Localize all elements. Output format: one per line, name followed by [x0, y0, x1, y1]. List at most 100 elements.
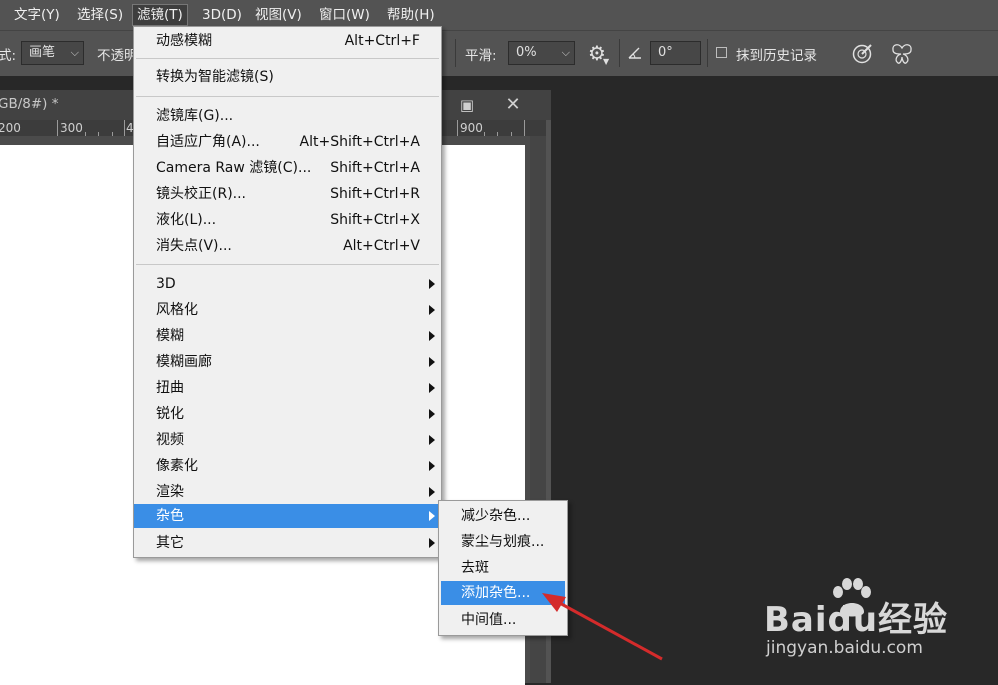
submenu-item-label: 去斑 — [461, 560, 489, 576]
menu-item-blur[interactable]: 模糊 — [134, 324, 441, 348]
submenu-arrow-icon — [429, 357, 435, 367]
menu-item-shortcut: Alt+Ctrl+V — [343, 238, 420, 254]
submenu-arrow-icon — [429, 383, 435, 393]
submenu-item-label: 蒙尘与划痕... — [461, 534, 545, 550]
menu-item-sharpen[interactable]: 锐化 — [134, 402, 441, 426]
menu-item-label: 像素化 — [156, 458, 198, 474]
menu-item-render[interactable]: 渲染 — [134, 480, 441, 504]
menu-help[interactable]: 帮助(H) — [383, 4, 439, 26]
menu-item-shortcut: Shift+Ctrl+R — [330, 186, 420, 202]
menu-item-camera-raw[interactable]: Camera Raw 滤镜(C)... Shift+Ctrl+A — [134, 156, 441, 180]
submenu-arrow-icon — [429, 487, 435, 497]
angle-icon — [628, 47, 641, 59]
menu-item-label: 扭曲 — [156, 380, 184, 396]
menu-item-blur-gallery[interactable]: 模糊画廊 — [134, 350, 441, 374]
ruler-tick — [124, 120, 125, 136]
annotation-arrow-icon — [542, 593, 663, 661]
divider — [619, 39, 620, 67]
menu-item-pixelate[interactable]: 像素化 — [134, 454, 441, 478]
ruler-label: 900 — [460, 121, 483, 135]
angle-value: 0° — [658, 45, 673, 60]
filter-menu: 动感模糊 Alt+Ctrl+F 转换为智能滤镜(S) 滤镜库(G)... 自适应… — [133, 26, 442, 558]
submenu-arrow-icon — [429, 511, 435, 521]
opacity-label: 不透明 — [97, 48, 138, 64]
history-checkbox[interactable] — [716, 47, 727, 58]
ruler-tick — [524, 120, 525, 136]
menu-item-vanishing-point[interactable]: 消失点(V)... Alt+Ctrl+V — [134, 234, 441, 258]
menu-filter[interactable]: 滤镜(T) — [132, 4, 188, 26]
menu-item-label: 3D — [156, 276, 176, 292]
menu-item-distort[interactable]: 扭曲 — [134, 376, 441, 400]
submenu-item-label: 添加杂色... — [461, 585, 531, 601]
smooth-label: 平滑: — [465, 48, 497, 64]
watermark-brand: Baidu经验 — [764, 600, 949, 640]
menu-item-label: 液化(L)... — [156, 212, 217, 228]
divider — [707, 39, 708, 67]
ruler-label: 200 — [0, 121, 21, 135]
menu-item-label: 转换为智能滤镜(S) — [156, 69, 274, 85]
submenu-arrow-icon — [429, 409, 435, 419]
menu-item-label: 锐化 — [156, 406, 184, 422]
menu-item-label: 渲染 — [156, 484, 184, 500]
submenu-arrow-icon — [429, 279, 435, 289]
submenu-arrow-icon — [429, 331, 435, 341]
menu-select[interactable]: 选择(S) — [73, 4, 127, 26]
pressure-icon[interactable] — [851, 43, 873, 65]
menu-item-label: Camera Raw 滤镜(C)... — [156, 160, 312, 176]
style-label: 式: — [0, 48, 17, 64]
chevron-down-icon: ⌵ — [561, 46, 570, 59]
menu-item-label: 其它 — [156, 535, 184, 551]
menu-divider — [136, 96, 439, 97]
menu-item-label: 视频 — [156, 432, 184, 448]
submenu-item-label: 中间值... — [461, 612, 517, 628]
menu-item-shortcut: Alt+Shift+Ctrl+A — [299, 134, 420, 150]
submenu-item-reduce-noise[interactable]: 减少杂色... — [441, 504, 565, 528]
menu-item-other[interactable]: 其它 — [134, 531, 441, 555]
submenu-arrow-icon — [429, 435, 435, 445]
ruler-tick — [57, 120, 58, 136]
menu-item-stylize[interactable]: 风格化 — [134, 298, 441, 322]
close-icon[interactable]: ✕ — [496, 93, 530, 117]
menu-item-label: 模糊画廊 — [156, 354, 212, 370]
menu-item-video[interactable]: 视频 — [134, 428, 441, 452]
maximize-icon[interactable]: ▣ — [450, 93, 484, 117]
menu-3d[interactable]: 3D(D) — [198, 4, 246, 26]
menu-item-adaptive-wide-angle[interactable]: 自适应广角(A)... Alt+Shift+Ctrl+A — [134, 130, 441, 154]
menu-divider — [136, 58, 439, 59]
ruler-label: 300 — [60, 121, 83, 135]
document-title: GB/8#) * — [0, 96, 59, 112]
menu-text[interactable]: 文字(Y) — [10, 4, 64, 26]
menu-item-filter-gallery[interactable]: 滤镜库(G)... — [134, 104, 441, 128]
watermark-url: jingyan.baidu.com — [766, 638, 923, 658]
menu-item-noise[interactable]: 杂色 — [134, 504, 441, 528]
gear-dropdown-icon[interactable]: ▼ — [603, 57, 609, 66]
submenu-arrow-icon — [429, 461, 435, 471]
menu-item-liquify[interactable]: 液化(L)... Shift+Ctrl+X — [134, 208, 441, 232]
menu-item-label: 模糊 — [156, 328, 184, 344]
smooth-value: 0% — [516, 45, 537, 60]
menu-item-3d[interactable]: 3D — [134, 272, 441, 296]
menu-item-label: 动感模糊 — [156, 33, 212, 49]
menu-item-label: 杂色 — [156, 508, 184, 524]
symmetry-butterfly-icon[interactable] — [890, 42, 914, 66]
chevron-down-icon: ⌵ — [70, 46, 79, 59]
brush-select-value: 画笔 — [29, 45, 56, 60]
menu-window[interactable]: 窗口(W) — [315, 4, 374, 26]
submenu-item-dust-scratches[interactable]: 蒙尘与划痕... — [441, 530, 565, 554]
submenu-item-label: 减少杂色... — [461, 508, 531, 524]
brush-select[interactable]: 画笔 ⌵ — [21, 41, 84, 65]
history-label: 抹到历史记录 — [736, 48, 817, 64]
baidu-watermark: Baidu经验 jingyan.baidu.com — [764, 578, 964, 670]
angle-input[interactable]: 0° — [650, 41, 701, 65]
submenu-item-despeckle[interactable]: 去斑 — [441, 556, 565, 580]
menu-item-label: 自适应广角(A)... — [156, 134, 260, 150]
menu-item-lens-correction[interactable]: 镜头校正(R)... Shift+Ctrl+R — [134, 182, 441, 206]
menu-item-motion-blur[interactable]: 动感模糊 Alt+Ctrl+F — [134, 29, 441, 53]
menu-item-smart-filter[interactable]: 转换为智能滤镜(S) — [134, 65, 441, 89]
menu-item-shortcut: Shift+Ctrl+A — [330, 160, 420, 176]
menu-view[interactable]: 视图(V) — [251, 4, 306, 26]
divider — [455, 39, 456, 67]
submenu-arrow-icon — [429, 305, 435, 315]
smooth-input[interactable]: 0% ⌵ — [508, 41, 575, 65]
menu-item-label: 风格化 — [156, 302, 198, 318]
